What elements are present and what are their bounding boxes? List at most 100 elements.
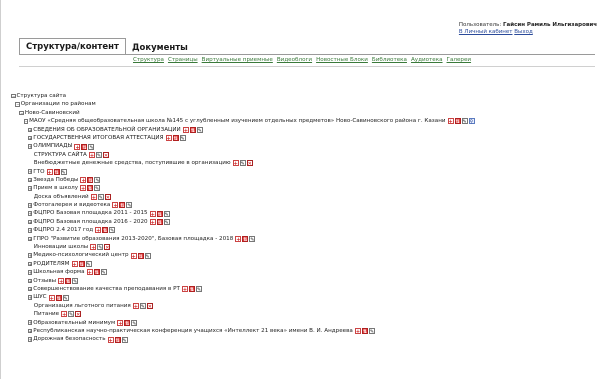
move-icon[interactable]: ⇅ [156, 219, 163, 226]
collapse-toggle[interactable]: − [23, 119, 29, 124]
add-icon[interactable]: + [95, 227, 102, 234]
edit-icon[interactable]: ✎ [249, 235, 256, 243]
add-icon[interactable]: + [447, 118, 454, 125]
edit-icon[interactable]: ✎ [72, 277, 79, 285]
add-icon[interactable]: + [107, 336, 114, 344]
edit-icon[interactable]: ✎ [94, 185, 101, 192]
edit-icon[interactable]: ✎ [60, 168, 67, 176]
tab-documents[interactable]: Документы [126, 40, 194, 55]
tree-node-label[interactable]: ФЦПРО 2.4 2017 год [33, 226, 93, 234]
add-icon[interactable]: + [117, 319, 124, 327]
tree-node-label[interactable]: Фотогалерея и видеотека [33, 201, 110, 209]
move-icon[interactable]: ⇅ [137, 252, 144, 260]
tree-node-label[interactable]: СТРУКТУРА САЙТА [34, 151, 87, 159]
move-icon[interactable]: ⇅ [102, 227, 109, 234]
tree-node-label[interactable]: ШУС [33, 293, 46, 301]
move-icon[interactable]: ⇅ [361, 328, 368, 335]
edit-icon[interactable]: ✎ [195, 286, 202, 293]
expand-toggle[interactable]: + [27, 144, 33, 149]
move-icon[interactable]: ⇅ [81, 143, 88, 151]
subnav-pages[interactable]: Страницы [168, 57, 198, 63]
move-icon[interactable]: ⇅ [124, 319, 131, 327]
move-icon[interactable]: ⇅ [78, 261, 85, 268]
delete-icon[interactable]: ✕ [102, 151, 109, 159]
move-icon[interactable]: ⇅ [188, 286, 195, 293]
collapse-toggle[interactable]: − [15, 102, 20, 107]
subnav-videoblogs[interactable]: Видеоблоги [277, 57, 312, 63]
add-icon[interactable]: + [58, 277, 65, 285]
tree-node-label[interactable]: РОДИТЕЛЯМ [33, 260, 69, 268]
tab-structure-content[interactable]: Структура/контент [19, 38, 126, 55]
expand-toggle[interactable]: + [27, 270, 33, 275]
move-icon[interactable]: ⇅ [114, 336, 121, 344]
tree-node-label[interactable]: ФЦПРО Базовая площадка 2011 - 2015 [33, 209, 147, 217]
edit-icon[interactable]: ✎ [368, 328, 375, 335]
edit-icon[interactable]: ✎ [94, 177, 101, 184]
expand-toggle[interactable]: + [27, 278, 33, 284]
edit-icon[interactable]: ✎ [68, 311, 75, 318]
add-icon[interactable]: + [354, 328, 361, 335]
edit-icon[interactable]: ✎ [196, 126, 203, 134]
edit-icon[interactable]: ✎ [163, 219, 170, 226]
delete-icon[interactable]: ✕ [75, 311, 82, 318]
add-icon[interactable]: + [90, 244, 97, 251]
move-icon[interactable]: ⇅ [156, 210, 163, 218]
expand-toggle[interactable]: + [27, 219, 33, 225]
add-icon[interactable]: + [149, 210, 156, 218]
move-icon[interactable]: ⇅ [55, 294, 62, 302]
expand-toggle[interactable]: + [27, 328, 33, 334]
expand-toggle[interactable]: + [27, 177, 33, 183]
tree-node-label[interactable]: Питание [34, 310, 59, 318]
add-icon[interactable]: + [80, 177, 87, 184]
edit-icon[interactable]: ✎ [97, 193, 104, 201]
add-icon[interactable]: + [46, 168, 53, 176]
edit-icon[interactable]: ✎ [95, 151, 102, 159]
edit-icon[interactable]: ✎ [62, 294, 69, 302]
tree-node-label[interactable]: Отзывы [33, 277, 56, 285]
view-icon[interactable]: ⚲ [468, 118, 475, 125]
edit-icon[interactable]: ✎ [88, 143, 95, 151]
add-icon[interactable]: + [80, 185, 87, 192]
move-icon[interactable]: ⇅ [65, 277, 72, 285]
subnav-library[interactable]: Библиотека [372, 57, 407, 63]
expand-toggle[interactable]: + [27, 286, 33, 292]
expand-toggle[interactable]: + [27, 135, 33, 141]
delete-icon[interactable]: ✕ [104, 193, 111, 201]
edit-icon[interactable]: ✎ [97, 244, 104, 251]
tree-node-label[interactable]: Республиканская научно-практическая конф… [33, 327, 353, 335]
subnav-news-blocks[interactable]: Новостные Блоки [316, 57, 368, 63]
tree-node-label[interactable]: Дорожная безопасность [33, 335, 105, 343]
tree-node-label[interactable]: Структура сайта [17, 92, 67, 100]
subnav-galleries[interactable]: Галереи [447, 57, 471, 63]
tree-node-label[interactable]: ФЦПРО Базовая площадка 2016 - 2020 [33, 218, 147, 226]
add-icon[interactable]: + [182, 126, 189, 134]
tree-node-label[interactable]: Ново-Савиновский [25, 109, 80, 117]
personal-cabinet-link[interactable]: В Личный кабинет [459, 29, 513, 35]
tree-node-label[interactable]: ГОСУДАРСТВЕННАЯ ИТОГОВАЯ АТТЕСТАЦИЯ [33, 134, 163, 142]
expand-toggle[interactable]: + [27, 228, 33, 233]
expand-toggle[interactable]: + [27, 337, 33, 342]
expand-toggle[interactable]: + [27, 295, 33, 300]
add-icon[interactable]: + [232, 160, 239, 167]
tree-node-label[interactable]: Совершенствование качества преподавания … [33, 285, 180, 293]
logout-link[interactable]: Выход [514, 29, 533, 35]
add-icon[interactable]: + [71, 261, 78, 268]
add-icon[interactable]: + [181, 286, 188, 293]
edit-icon[interactable]: ✎ [121, 336, 128, 344]
subnav-virtual-receptions[interactable]: Виртуальные приемные [202, 57, 273, 63]
tree-node-label[interactable]: Прием в школу [33, 184, 78, 192]
add-icon[interactable]: + [88, 151, 95, 159]
edit-icon[interactable]: ✎ [461, 118, 468, 125]
add-icon[interactable]: + [86, 269, 93, 276]
move-icon[interactable]: ⇅ [172, 135, 179, 142]
add-icon[interactable]: + [149, 219, 156, 226]
add-icon[interactable]: + [132, 302, 139, 310]
edit-icon[interactable]: ✎ [163, 210, 170, 218]
edit-icon[interactable]: ✎ [131, 319, 138, 327]
expand-toggle[interactable]: + [27, 127, 33, 132]
tree-node-label[interactable]: Медико-психологический центр [33, 251, 128, 259]
move-icon[interactable]: ⇅ [242, 235, 249, 243]
tree-node-label[interactable]: ГТО [33, 168, 44, 176]
expand-toggle[interactable]: + [27, 253, 33, 258]
add-icon[interactable]: + [112, 202, 119, 209]
